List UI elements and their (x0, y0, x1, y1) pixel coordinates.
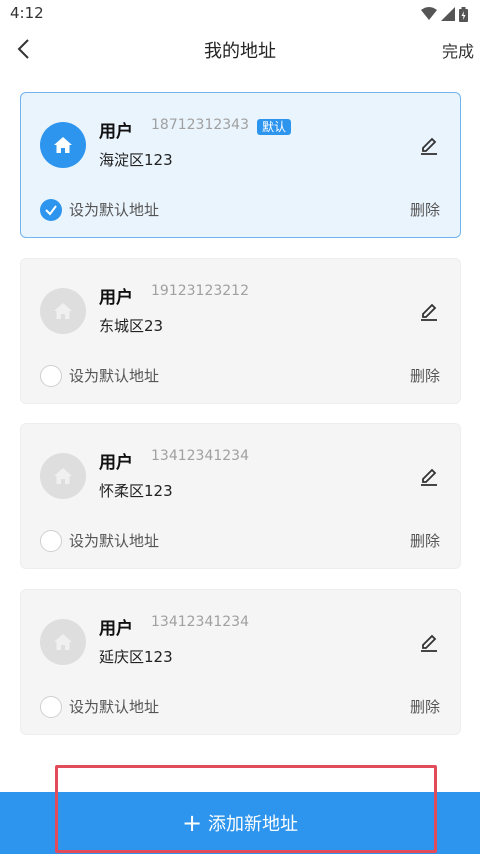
wifi-icon (421, 7, 437, 20)
delete-button[interactable]: 删除 (410, 365, 440, 386)
address-text: 东城区23 (99, 317, 164, 335)
address-card[interactable]: 用户 13412341234 怀柔区123 设为默认地址 删除 (20, 423, 461, 569)
contact-phone: 13412341234 (151, 614, 249, 630)
status-bar: 4:12 (0, 0, 480, 28)
plus-icon: + (181, 809, 203, 837)
home-icon (54, 137, 72, 153)
done-button[interactable]: 完成 (442, 38, 474, 62)
address-card[interactable]: 用户 19123123212 东城区23 设为默认地址 删除 (20, 258, 461, 404)
home-avatar (40, 453, 86, 499)
contact-name: 用户 (99, 619, 133, 639)
set-default-label[interactable]: 设为默认地址 (69, 199, 159, 220)
status-time: 4:12 (10, 4, 44, 22)
edit-icon[interactable] (418, 464, 440, 486)
add-address-button[interactable]: + 添加新地址 (0, 792, 480, 854)
default-radio[interactable] (40, 365, 62, 387)
address-card[interactable]: 用户 13412341234 延庆区123 设为默认地址 删除 (20, 589, 461, 735)
default-radio[interactable] (40, 530, 62, 552)
contact-phone: 13412341234 (151, 448, 249, 464)
check-icon (45, 205, 57, 216)
home-icon (54, 303, 72, 319)
address-text: 怀柔区123 (99, 482, 173, 500)
status-icons (421, 6, 468, 22)
delete-button[interactable]: 删除 (410, 530, 440, 551)
default-radio[interactable] (40, 696, 62, 718)
default-badge: 默认 (257, 119, 292, 135)
set-default-label[interactable]: 设为默认地址 (69, 530, 159, 551)
set-default-label[interactable]: 设为默认地址 (69, 365, 159, 386)
page-title: 我的地址 (204, 41, 276, 62)
add-address-label: 添加新地址 (208, 814, 299, 835)
contact-phone: 18712312343 (151, 117, 249, 133)
contact-name: 用户 (99, 122, 133, 142)
edit-icon[interactable] (418, 133, 440, 155)
home-avatar (40, 122, 86, 168)
address-text: 延庆区123 (99, 648, 173, 666)
home-icon (54, 468, 72, 484)
contact-name: 用户 (99, 288, 133, 308)
delete-button[interactable]: 删除 (410, 199, 440, 220)
home-icon (54, 634, 72, 650)
address-card[interactable]: 用户 18712312343 默认 海淀区123 设为默认地址 删除 (20, 92, 461, 238)
delete-button[interactable]: 删除 (410, 696, 440, 717)
contact-name: 用户 (99, 453, 133, 473)
default-radio-checked[interactable] (40, 199, 62, 221)
home-avatar (40, 288, 86, 334)
set-default-label[interactable]: 设为默认地址 (69, 696, 159, 717)
nav-bar: 我的地址 完成 (0, 28, 480, 70)
signal-icon (441, 7, 455, 21)
edit-icon[interactable] (418, 299, 440, 321)
home-avatar (40, 619, 86, 665)
battery-icon (459, 6, 468, 22)
edit-icon[interactable] (418, 630, 440, 652)
address-text: 海淀区123 (99, 151, 173, 169)
contact-phone: 19123123212 (151, 283, 249, 299)
